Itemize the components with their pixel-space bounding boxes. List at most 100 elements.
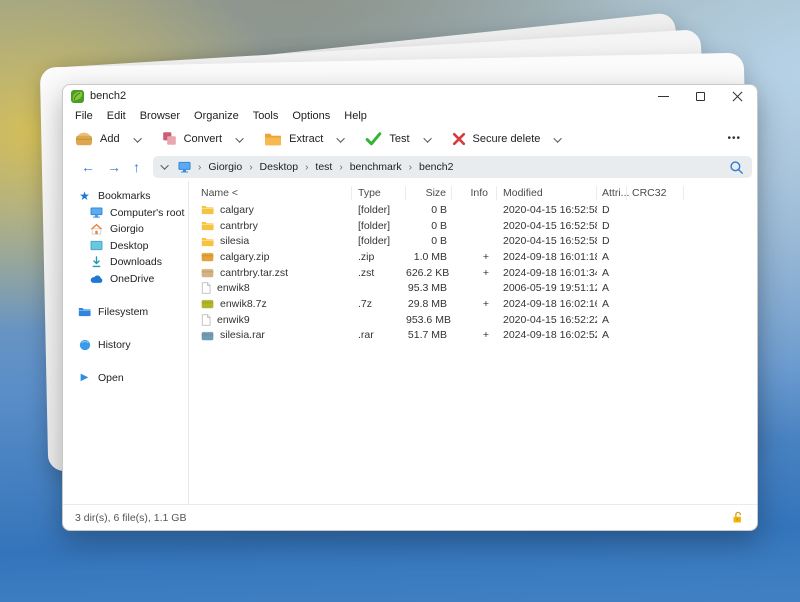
toolbar-extract-dropdown[interactable] bbox=[329, 126, 355, 152]
file-modified: 2020-04-15 16:52:22 bbox=[497, 314, 597, 326]
menu-options[interactable]: Options bbox=[285, 110, 337, 122]
column-header-type[interactable]: Type bbox=[352, 186, 406, 200]
file-size: 626.2 KB bbox=[406, 267, 452, 279]
play-icon: ▶ bbox=[78, 373, 91, 383]
home-icon bbox=[90, 223, 103, 235]
up-icon[interactable]: ↑ bbox=[127, 160, 146, 174]
toolbar-secure-delete-button[interactable]: Secure delete bbox=[446, 129, 547, 149]
computer-icon[interactable] bbox=[178, 161, 191, 173]
breadcrumb-benchmark[interactable]: benchmark bbox=[350, 161, 402, 173]
toolbar-test-dropdown[interactable] bbox=[416, 126, 442, 152]
file-name: enwik9 bbox=[217, 314, 250, 326]
file-icon bbox=[201, 282, 211, 294]
file-type: .zip bbox=[352, 251, 406, 263]
sidebar-item-open[interactable]: ▶Open bbox=[63, 370, 188, 387]
convert-icon bbox=[162, 131, 177, 146]
toolbar-add-dropdown[interactable] bbox=[126, 126, 152, 152]
sidebar-item-downloads[interactable]: Downloads bbox=[63, 254, 188, 271]
column-header-size[interactable]: Size bbox=[406, 186, 452, 200]
sidebar-item-history[interactable]: History bbox=[63, 337, 188, 354]
search-icon[interactable] bbox=[729, 160, 744, 175]
sidebar-item-computer-s-root[interactable]: Computer's root bbox=[63, 205, 188, 222]
content-area: ★Bookmarks Computer's root Giorgio Deskt… bbox=[63, 181, 757, 504]
menu-bar: FileEditBrowserOrganizeToolsOptionsHelp bbox=[63, 107, 757, 124]
toolbar-convert-dropdown[interactable] bbox=[228, 126, 254, 152]
column-header-modified[interactable]: Modified bbox=[497, 186, 597, 200]
file-info: + bbox=[452, 267, 497, 279]
file-modified: 2024-09-18 16:02:16 bbox=[497, 298, 597, 310]
secure-delete-icon bbox=[452, 132, 466, 146]
table-row[interactable]: calgary[folder]0 B2020-04-15 16:52:58D bbox=[189, 202, 757, 218]
unlocked-padlock-icon[interactable] bbox=[732, 511, 743, 524]
table-row[interactable]: enwik8.7z.7z29.8 MB+2024-09-18 16:02:16A bbox=[189, 296, 757, 312]
file-list: Name < Type Size Info Modified Attri... … bbox=[189, 181, 757, 504]
file-type: [folder] bbox=[352, 235, 406, 247]
table-row[interactable]: silesia[folder]0 B2020-04-15 16:52:58D bbox=[189, 233, 757, 249]
table-row[interactable]: silesia.rar.rar51.7 MB+2024-09-18 16:02:… bbox=[189, 328, 757, 344]
breadcrumb-giorgio[interactable]: Giorgio bbox=[208, 161, 242, 173]
toolbar-add-button[interactable]: Add bbox=[69, 129, 126, 149]
toolbar-convert-button[interactable]: Convert bbox=[156, 128, 229, 149]
table-row[interactable]: enwik895.3 MB2006-05-19 19:51:12A bbox=[189, 280, 757, 296]
breadcrumb-separator: › bbox=[242, 162, 259, 173]
folder-icon bbox=[201, 204, 214, 215]
file-name: silesia.rar bbox=[220, 329, 265, 341]
sidebar-item-filesystem[interactable]: Filesystem bbox=[63, 304, 188, 321]
table-row[interactable]: enwik9953.6 MB2020-04-15 16:52:22A bbox=[189, 312, 757, 328]
file-name: enwik8 bbox=[217, 282, 250, 294]
add-archive-icon bbox=[75, 132, 93, 146]
folder-blue-icon bbox=[78, 306, 91, 317]
menu-edit[interactable]: Edit bbox=[100, 110, 133, 122]
table-row[interactable]: cantrbry[folder]0 B2020-04-15 16:52:58D bbox=[189, 218, 757, 234]
forward-icon[interactable]: → bbox=[101, 160, 127, 174]
toolbar-test-button[interactable]: Test bbox=[359, 129, 415, 149]
breadcrumb-desktop[interactable]: Desktop bbox=[260, 161, 299, 173]
file-size: 0 B bbox=[406, 220, 452, 232]
desktop-icon bbox=[90, 240, 103, 251]
column-header-info[interactable]: Info bbox=[452, 186, 497, 200]
file-modified: 2006-05-19 19:51:12 bbox=[497, 282, 597, 294]
toolbar-more-button[interactable]: ••• bbox=[727, 133, 757, 144]
breadcrumb-test[interactable]: test bbox=[315, 161, 332, 173]
table-row[interactable]: cantrbry.tar.zst.zst626.2 KB+2024-09-18 … bbox=[189, 265, 757, 281]
chevron-down-icon[interactable] bbox=[160, 161, 168, 169]
maximize-button[interactable] bbox=[695, 91, 706, 102]
file-type: [folder] bbox=[352, 220, 406, 232]
menu-help[interactable]: Help bbox=[337, 110, 374, 122]
minimize-button[interactable] bbox=[658, 91, 669, 102]
table-row[interactable]: calgary.zip.zip1.0 MB+2024-09-18 16:01:1… bbox=[189, 249, 757, 265]
file-size: 95.3 MB bbox=[406, 282, 452, 294]
file-name: calgary.zip bbox=[220, 251, 269, 263]
column-header-crc32[interactable]: CRC32 bbox=[627, 186, 684, 200]
file-size: 29.8 MB bbox=[406, 298, 452, 310]
menu-organize[interactable]: Organize bbox=[187, 110, 246, 122]
file-attributes: A bbox=[597, 267, 627, 279]
menu-tools[interactable]: Tools bbox=[246, 110, 286, 122]
file-size: 1.0 MB bbox=[406, 251, 452, 263]
sidebar-item-desktop[interactable]: Desktop bbox=[63, 238, 188, 255]
breadcrumb-separator: › bbox=[298, 162, 315, 173]
toolbar-secure-delete-dropdown[interactable] bbox=[546, 126, 572, 152]
title-bar: bench2 bbox=[63, 85, 757, 107]
breadcrumb[interactable]: ›Giorgio›Desktop›test›benchmark›bench2 bbox=[153, 156, 752, 178]
archive-icon bbox=[201, 330, 214, 341]
file-modified: 2020-04-15 16:52:58 bbox=[497, 235, 597, 247]
back-icon[interactable]: ← bbox=[75, 160, 101, 174]
close-button[interactable] bbox=[732, 91, 743, 102]
column-header-attributes[interactable]: Attri... bbox=[597, 186, 627, 200]
sidebar-item-bookmarks[interactable]: ★Bookmarks bbox=[63, 188, 188, 205]
toolbar-extract-button[interactable]: Extract bbox=[258, 129, 329, 149]
sidebar-item-onedrive[interactable]: OneDrive bbox=[63, 271, 188, 288]
file-modified: 2024-09-18 16:01:18 bbox=[497, 251, 597, 263]
history-icon bbox=[78, 339, 91, 351]
file-attributes: D bbox=[597, 220, 627, 232]
file-name: cantrbry.tar.zst bbox=[220, 267, 288, 279]
breadcrumb-bench2[interactable]: bench2 bbox=[419, 161, 453, 173]
menu-browser[interactable]: Browser bbox=[133, 110, 187, 122]
sidebar-item-giorgio[interactable]: Giorgio bbox=[63, 221, 188, 238]
address-bar: ← → ↑ ›Giorgio›Desktop›test›benchmark›be… bbox=[63, 153, 757, 181]
menu-file[interactable]: File bbox=[68, 110, 100, 122]
column-header-name[interactable]: Name < bbox=[189, 186, 352, 200]
archive-icon bbox=[201, 298, 214, 309]
sidebar: ★Bookmarks Computer's root Giorgio Deskt… bbox=[63, 181, 189, 504]
